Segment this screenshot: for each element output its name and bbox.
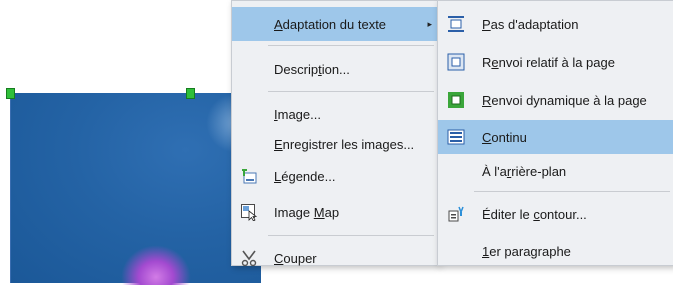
selected-image[interactable]	[10, 93, 266, 285]
menu-item-label: Description...	[274, 61, 350, 77]
menu-item-image-map[interactable]: Image Map	[232, 195, 438, 229]
caption-icon	[240, 167, 258, 185]
menu-item-image[interactable]: Image...	[232, 97, 438, 131]
submenu-arrow-icon: ▸	[427, 18, 432, 29]
resize-handle-top-left[interactable]	[6, 88, 15, 99]
submenu-item-first-paragraph[interactable]: 1er paragraphe	[438, 234, 673, 268]
menu-item-label: Légende...	[274, 168, 336, 184]
submenu-item-background[interactable]: À l'arrière-plan	[438, 154, 673, 188]
wrap-none-icon	[447, 15, 465, 33]
menu-item-label: Éditer le contour...	[482, 206, 587, 222]
submenu-item-page-wrap[interactable]: Renvoi relatif à la page	[438, 45, 673, 79]
submenu-item-edit-contour[interactable]: Éditer le contour...	[438, 197, 673, 231]
menu-separator	[268, 91, 434, 92]
menu-item-label: À l'arrière-plan	[482, 163, 567, 179]
menu-item-label: Adaptation du texte	[274, 16, 387, 32]
menu-item-label: Image Map	[274, 204, 340, 220]
scissors-icon	[240, 249, 258, 267]
menu-item-label: Renvoi relatif à la page	[482, 54, 615, 70]
resize-handle-top-middle[interactable]	[186, 88, 195, 99]
menu-item-text-wrap[interactable]: Adaptation du texte ▸	[232, 7, 438, 41]
menu-item-label: Renvoi dynamique à la page	[482, 92, 647, 108]
menu-item-save-images[interactable]: Enregistrer les images...	[232, 127, 438, 161]
menu-item-label: Image...	[274, 106, 321, 122]
submenu-item-no-wrap[interactable]: Pas d'adaptation	[438, 7, 673, 41]
text-wrap-submenu: Pas d'adaptation Renvoi relatif à la pag…	[437, 0, 673, 266]
wrap-through-icon	[447, 128, 465, 146]
menu-item-cut[interactable]: Couper	[232, 241, 438, 275]
menu-separator	[268, 235, 434, 236]
wrap-page-icon	[447, 53, 465, 71]
menu-separator	[474, 191, 670, 192]
submenu-item-optimal-wrap[interactable]: Renvoi dynamique à la page	[438, 83, 673, 117]
context-menu: Adaptation du texte ▸ Description... Ima…	[231, 0, 439, 267]
menu-item-label: Pas d'adaptation	[482, 16, 579, 32]
submenu-item-through[interactable]: Continu	[438, 120, 673, 154]
image-map-icon	[240, 203, 258, 222]
menu-item-caption[interactable]: Légende...	[232, 159, 438, 193]
menu-item-label: Continu	[482, 129, 527, 145]
image-flower-detail	[121, 245, 191, 285]
wrap-optimal-icon	[447, 91, 465, 109]
menu-item-label: 1er paragraphe	[482, 243, 571, 259]
menu-separator	[268, 45, 434, 46]
menu-item-description[interactable]: Description...	[232, 52, 438, 86]
edit-contour-icon	[447, 205, 465, 223]
menu-item-label: Couper	[274, 250, 317, 266]
menu-item-label: Enregistrer les images...	[274, 136, 415, 152]
